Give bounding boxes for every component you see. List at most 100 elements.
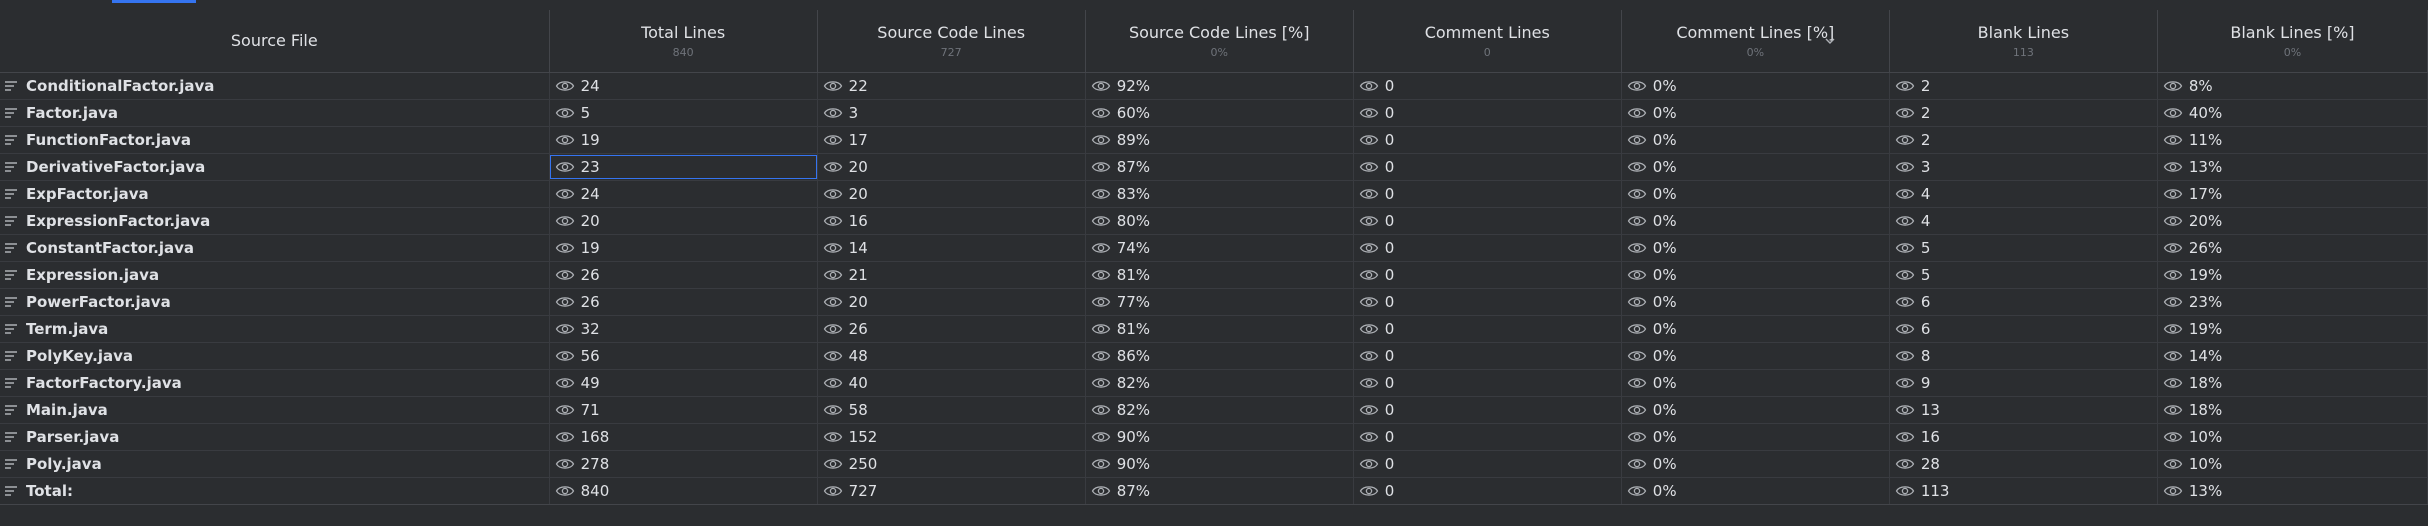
source-code-lines-pct-cell[interactable]: 87% (1085, 477, 1354, 505)
total-lines-cell[interactable]: 23 (549, 153, 818, 181)
table-row[interactable]: Expression.java 26 21 81% 0 0% 5 19% (0, 261, 2428, 289)
blank-lines-pct-cell[interactable]: 14% (2157, 342, 2428, 370)
blank-lines-pct-cell[interactable]: 26% (2157, 234, 2428, 262)
eye-icon[interactable] (1895, 457, 1915, 471)
eye-icon[interactable] (1895, 106, 1915, 120)
eye-icon[interactable] (2163, 376, 2183, 390)
eye-icon[interactable] (1091, 241, 1111, 255)
table-row[interactable]: Factor.java 5 3 60% 0 0% 2 40% (0, 99, 2428, 127)
column-header-total-lines[interactable]: Total Lines 840 (549, 10, 818, 73)
source-code-lines-pct-cell[interactable]: 81% (1085, 315, 1354, 343)
source-code-lines-pct-cell[interactable]: 90% (1085, 450, 1354, 478)
blank-lines-cell[interactable]: 28 (1889, 450, 2158, 478)
eye-icon[interactable] (823, 403, 843, 417)
source-code-lines-pct-cell[interactable]: 81% (1085, 261, 1354, 289)
eye-icon[interactable] (2163, 295, 2183, 309)
source-code-lines-cell[interactable]: 21 (817, 261, 1086, 289)
comment-lines-cell[interactable]: 0 (1353, 153, 1622, 181)
eye-icon[interactable] (1627, 295, 1647, 309)
blank-lines-cell[interactable]: 8 (1889, 342, 2158, 370)
eye-icon[interactable] (1627, 160, 1647, 174)
eye-icon[interactable] (1359, 268, 1379, 282)
eye-icon[interactable] (1895, 349, 1915, 363)
blank-lines-pct-cell[interactable]: 13% (2157, 153, 2428, 181)
file-name-cell[interactable]: Total: (0, 477, 550, 505)
blank-lines-pct-cell[interactable]: 17% (2157, 180, 2428, 208)
eye-icon[interactable] (1359, 349, 1379, 363)
eye-icon[interactable] (823, 295, 843, 309)
blank-lines-cell[interactable]: 2 (1889, 99, 2158, 127)
file-name-cell[interactable]: Parser.java (0, 423, 550, 451)
eye-icon[interactable] (1627, 403, 1647, 417)
blank-lines-cell[interactable]: 4 (1889, 180, 2158, 208)
comment-lines-cell[interactable]: 0 (1353, 261, 1622, 289)
eye-icon[interactable] (555, 106, 575, 120)
column-header-blank-lines[interactable]: Blank Lines 113 (1889, 10, 2158, 73)
chevron-down-icon[interactable] (1823, 34, 1837, 48)
eye-icon[interactable] (1091, 214, 1111, 228)
eye-icon[interactable] (1627, 376, 1647, 390)
comment-lines-pct-cell[interactable]: 0% (1621, 450, 1890, 478)
comment-lines-cell[interactable]: 0 (1353, 126, 1622, 154)
source-code-lines-cell[interactable]: 17 (817, 126, 1086, 154)
table-row[interactable]: Term.java 32 26 81% 0 0% 6 19% (0, 315, 2428, 343)
comment-lines-pct-cell[interactable]: 0% (1621, 207, 1890, 235)
eye-icon[interactable] (555, 79, 575, 93)
eye-icon[interactable] (823, 214, 843, 228)
source-code-lines-pct-cell[interactable]: 80% (1085, 207, 1354, 235)
source-code-lines-pct-cell[interactable]: 83% (1085, 180, 1354, 208)
total-lines-cell[interactable]: 26 (549, 288, 818, 316)
comment-lines-pct-cell[interactable]: 0% (1621, 396, 1890, 424)
blank-lines-pct-cell[interactable]: 18% (2157, 369, 2428, 397)
eye-icon[interactable] (1359, 214, 1379, 228)
eye-icon[interactable] (1091, 322, 1111, 336)
comment-lines-pct-cell[interactable]: 0% (1621, 72, 1890, 100)
file-name-cell[interactable]: Expression.java (0, 261, 550, 289)
total-lines-cell[interactable]: 19 (549, 234, 818, 262)
column-header-source-code-lines-pct[interactable]: Source Code Lines [%] 0% (1085, 10, 1354, 73)
source-code-lines-cell[interactable]: 40 (817, 369, 1086, 397)
eye-icon[interactable] (1627, 214, 1647, 228)
eye-icon[interactable] (823, 79, 843, 93)
eye-icon[interactable] (1895, 214, 1915, 228)
table-row[interactable]: PowerFactor.java 26 20 77% 0 0% 6 23% (0, 288, 2428, 316)
total-lines-cell[interactable]: 168 (549, 423, 818, 451)
source-code-lines-cell[interactable]: 16 (817, 207, 1086, 235)
eye-icon[interactable] (1895, 133, 1915, 147)
eye-icon[interactable] (1359, 430, 1379, 444)
eye-icon[interactable] (1895, 79, 1915, 93)
blank-lines-cell[interactable]: 113 (1889, 477, 2158, 505)
blank-lines-pct-cell[interactable]: 10% (2157, 450, 2428, 478)
blank-lines-pct-cell[interactable]: 11% (2157, 126, 2428, 154)
comment-lines-pct-cell[interactable]: 0% (1621, 423, 1890, 451)
comment-lines-cell[interactable]: 0 (1353, 99, 1622, 127)
eye-icon[interactable] (555, 214, 575, 228)
comment-lines-cell[interactable]: 0 (1353, 369, 1622, 397)
column-header-source-code-lines[interactable]: Source Code Lines 727 (817, 10, 1086, 73)
eye-icon[interactable] (823, 430, 843, 444)
source-code-lines-cell[interactable]: 152 (817, 423, 1086, 451)
eye-icon[interactable] (1091, 403, 1111, 417)
eye-icon[interactable] (2163, 457, 2183, 471)
source-code-lines-pct-cell[interactable]: 86% (1085, 342, 1354, 370)
eye-icon[interactable] (2163, 268, 2183, 282)
file-name-cell[interactable]: Factor.java (0, 99, 550, 127)
source-code-lines-pct-cell[interactable]: 89% (1085, 126, 1354, 154)
eye-icon[interactable] (2163, 187, 2183, 201)
blank-lines-pct-cell[interactable]: 10% (2157, 423, 2428, 451)
comment-lines-cell[interactable]: 0 (1353, 423, 1622, 451)
total-lines-cell[interactable]: 71 (549, 396, 818, 424)
eye-icon[interactable] (1627, 349, 1647, 363)
total-lines-cell[interactable]: 5 (549, 99, 818, 127)
eye-icon[interactable] (1359, 106, 1379, 120)
eye-icon[interactable] (2163, 403, 2183, 417)
blank-lines-cell[interactable]: 2 (1889, 126, 2158, 154)
eye-icon[interactable] (555, 322, 575, 336)
eye-icon[interactable] (2163, 160, 2183, 174)
eye-icon[interactable] (823, 241, 843, 255)
comment-lines-cell[interactable]: 0 (1353, 207, 1622, 235)
eye-icon[interactable] (1359, 322, 1379, 336)
source-code-lines-cell[interactable]: 26 (817, 315, 1086, 343)
source-code-lines-pct-cell[interactable]: 74% (1085, 234, 1354, 262)
eye-icon[interactable] (823, 268, 843, 282)
